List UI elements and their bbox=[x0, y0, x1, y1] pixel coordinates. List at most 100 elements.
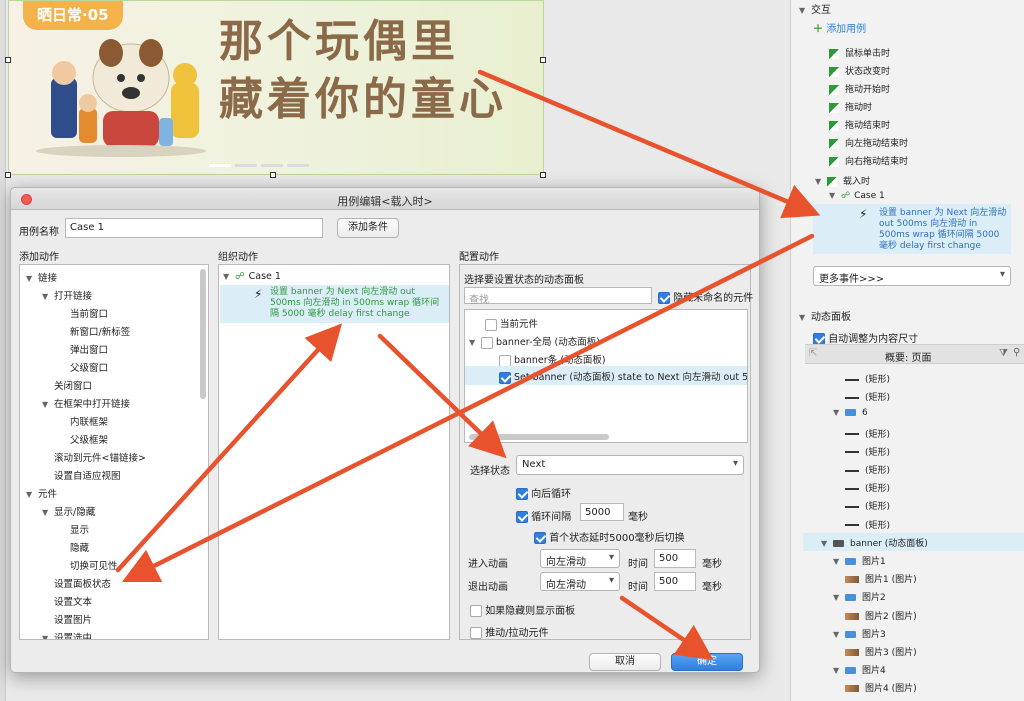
first-delay-checkbox[interactable] bbox=[534, 532, 546, 544]
action-item[interactable]: 滚动到元件<锚链接> bbox=[42, 450, 146, 464]
exit-anim-dropdown[interactable]: 向左滑动 bbox=[540, 572, 620, 591]
outline-item[interactable]: 图片2 (图片) bbox=[845, 609, 917, 622]
action-item[interactable]: ▼ 显示/隐藏 bbox=[42, 504, 95, 518]
expand-icon[interactable]: ▼ bbox=[26, 490, 38, 499]
dynamic-panel-section[interactable]: ▼ 动态面板 bbox=[799, 308, 851, 323]
action-item[interactable]: 设置自适应视图 bbox=[42, 468, 121, 482]
outline-item[interactable]: ▼ 图片3 bbox=[833, 627, 886, 640]
outline-item[interactable]: 图片4 (图片) bbox=[845, 681, 917, 694]
action-item[interactable]: 弹出窗口 bbox=[58, 342, 108, 356]
case-name-input[interactable]: Case 1 bbox=[65, 218, 323, 238]
banner-pager[interactable] bbox=[209, 159, 313, 170]
outline-item[interactable]: ▼ 图片1 bbox=[833, 554, 886, 567]
collapse-icon[interactable]: ⇱ bbox=[809, 348, 817, 359]
outline-item[interactable]: 图片3 (图片) bbox=[845, 645, 917, 658]
add-case-link[interactable]: ＋ 添加用例 bbox=[813, 20, 866, 35]
enter-time-input[interactable]: 500 bbox=[654, 549, 696, 568]
horizontal-scrollbar[interactable] bbox=[469, 434, 609, 440]
first-delay-option[interactable]: 首个状态延时5000毫秒后切换 bbox=[534, 529, 685, 544]
event-row[interactable]: 鼠标单击时 bbox=[829, 46, 890, 59]
action-item[interactable]: ▼ 在框架中打开链接 bbox=[42, 396, 130, 410]
action-item[interactable]: 设置图片 bbox=[42, 612, 92, 626]
tree-checkbox[interactable] bbox=[485, 318, 497, 331]
search-icon[interactable]: ⚲ bbox=[1013, 347, 1020, 358]
resize-handle[interactable] bbox=[540, 172, 546, 178]
event-row[interactable]: 拖动结束时 bbox=[829, 118, 890, 131]
resize-handle[interactable] bbox=[5, 172, 11, 178]
loop-checkbox[interactable] bbox=[516, 511, 528, 523]
event-row[interactable]: 状态改变时 bbox=[829, 64, 890, 77]
panel-tree[interactable]: 当前元件 ▼ banner-全局 (动态面板) banner条 (动态面板) S… bbox=[464, 309, 748, 443]
more-events-dropdown[interactable]: 更多事件>>> bbox=[813, 266, 1011, 286]
expand-icon[interactable]: ▼ bbox=[42, 508, 54, 517]
outline-item[interactable]: ▼ 图片4 bbox=[833, 663, 886, 676]
resize-handle[interactable] bbox=[5, 57, 11, 63]
outline-item[interactable]: (矩形) bbox=[845, 518, 890, 531]
select-state-dropdown[interactable]: Next bbox=[516, 455, 744, 475]
organize-action-panel[interactable]: ▼ ☍ Case 1 ⚡ 设置 banner 为 Next 向左滑动 out 500… bbox=[218, 264, 450, 640]
add-action-list[interactable]: ▼ 链接 ▼ 打开链接 当前窗口 新窗口/新标签 弹出窗口 父级窗口 关闭窗口 ▼ 在框架中打开链接… bbox=[19, 264, 209, 640]
expand-icon[interactable]: ▼ bbox=[26, 274, 38, 283]
loop-interval-input[interactable]: 5000 bbox=[580, 503, 624, 521]
load-event-row[interactable]: ▼ 载入时 bbox=[815, 174, 870, 187]
expand-icon[interactable]: ▼ bbox=[833, 408, 845, 417]
scrollbar[interactable] bbox=[200, 269, 206, 399]
action-item[interactable]: 内联框架 bbox=[58, 414, 108, 428]
event-row[interactable]: 向左拖动结束时 bbox=[829, 136, 908, 149]
expand-icon[interactable]: ▼ bbox=[833, 557, 845, 566]
resize-handle[interactable] bbox=[540, 57, 546, 63]
filter-icon[interactable]: ⧩ bbox=[999, 348, 1008, 359]
tree-row-selected[interactable]: Set banner (动态面板) state to Next 向左滑动 out… bbox=[465, 366, 747, 385]
hide-unnamed-option[interactable]: 隐藏未命名的元件 bbox=[658, 289, 753, 304]
push-pull-option[interactable]: 推动/拉动元件 bbox=[470, 624, 549, 639]
action-item[interactable]: 切换可见性 bbox=[58, 558, 118, 572]
push-pull-checkbox[interactable] bbox=[470, 627, 482, 639]
auto-fit-option[interactable]: 自动调整为内容尺寸 bbox=[813, 330, 918, 345]
outline-item[interactable]: ▼ 图片2 bbox=[833, 590, 886, 603]
event-row[interactable]: 拖动开始时 bbox=[829, 82, 890, 95]
expand-icon[interactable]: ▼ bbox=[833, 666, 845, 675]
action-item[interactable]: ▼ 元件 bbox=[26, 486, 57, 500]
dialog-titlebar[interactable]: 用例编辑<载入时> bbox=[11, 188, 759, 210]
action-item[interactable]: ▼ 设置选中 bbox=[42, 630, 92, 639]
expand-icon[interactable]: ▼ bbox=[833, 630, 845, 639]
expand-icon[interactable]: ▼ bbox=[42, 400, 54, 409]
exit-time-input[interactable]: 500 bbox=[654, 572, 696, 591]
interaction-section-title[interactable]: ▼ 交互 bbox=[799, 1, 831, 16]
expand-icon[interactable]: ▼ bbox=[833, 593, 845, 602]
add-condition-button[interactable]: 添加条件 bbox=[337, 218, 399, 238]
resize-handle[interactable] bbox=[270, 172, 276, 178]
show-if-hidden-option[interactable]: 如果隐藏则显示面板 bbox=[470, 602, 575, 617]
outline-item[interactable]: ▼ 6 bbox=[833, 408, 868, 418]
outline-item[interactable]: (矩形) bbox=[845, 463, 890, 476]
loop-interval-option[interactable]: 循环间隔 bbox=[516, 508, 571, 523]
action-item[interactable]: 当前窗口 bbox=[58, 306, 108, 320]
expand-icon[interactable]: ▼ bbox=[42, 292, 54, 301]
action-item[interactable]: 设置面板状态 bbox=[42, 576, 111, 590]
hide-unnamed-checkbox[interactable] bbox=[658, 292, 670, 304]
action-item[interactable]: 新窗口/新标签 bbox=[58, 324, 130, 338]
outline-item[interactable]: (矩形) bbox=[845, 390, 890, 403]
outline-item[interactable]: ▼ banner (动态面板) bbox=[821, 536, 928, 549]
tree-checkbox[interactable] bbox=[499, 371, 511, 384]
outline-item[interactable]: (矩形) bbox=[845, 372, 890, 385]
outline-item[interactable]: (矩形) bbox=[845, 427, 890, 440]
tree-row-current[interactable]: 当前元件 bbox=[485, 316, 538, 331]
tree-row-banner-global[interactable]: ▼ banner-全局 (动态面板) bbox=[469, 334, 600, 349]
action-item[interactable]: 显示 bbox=[58, 522, 89, 536]
wrap-checkbox[interactable] bbox=[516, 488, 528, 500]
action-item[interactable]: ▼ 链接 bbox=[26, 270, 57, 284]
expand-icon[interactable]: ▼ bbox=[821, 539, 833, 548]
search-input[interactable]: 查找 bbox=[464, 287, 652, 306]
tree-checkbox[interactable] bbox=[499, 354, 511, 367]
action-item[interactable]: 父级窗口 bbox=[58, 360, 108, 374]
load-action-row[interactable]: ⚡ 设置 banner 为 Next 向左滑动 out 500ms 向左滑动 i… bbox=[813, 204, 1011, 254]
outline-item[interactable]: 图片1 (图片) bbox=[845, 572, 917, 585]
event-row[interactable]: 拖动时 bbox=[829, 100, 872, 113]
load-case-row[interactable]: ▼ ☍ Case 1 bbox=[829, 191, 885, 201]
action-item[interactable]: ▼ 打开链接 bbox=[42, 288, 92, 302]
org-case-row[interactable]: ▼ ☍ Case 1 bbox=[223, 271, 281, 282]
action-item[interactable]: 设置文本 bbox=[42, 594, 92, 608]
tree-checkbox[interactable] bbox=[481, 336, 493, 349]
ok-button[interactable]: 确定 bbox=[671, 653, 743, 671]
